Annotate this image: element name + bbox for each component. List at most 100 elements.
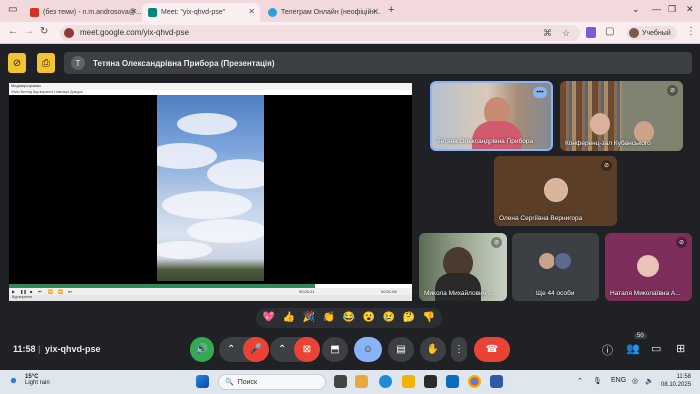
reaction-heart[interactable]: 💖 xyxy=(263,313,275,323)
network-icon[interactable]: ◎ xyxy=(632,377,638,385)
reload-icon[interactable]: ↻ xyxy=(40,26,48,37)
mic-off-icon: 🎤 xyxy=(249,344,263,355)
present-menu-button[interactable]: ⎙ xyxy=(37,53,55,73)
rewind-icon[interactable]: ⏪ xyxy=(48,289,53,294)
present-button[interactable]: ⬒ xyxy=(322,337,348,362)
participant-tile[interactable]: ⊘ Наталя Миколаївна А... xyxy=(605,233,692,301)
player-status: Відтворення xyxy=(12,295,33,299)
start-icon[interactable] xyxy=(196,375,209,388)
reaction-thinking[interactable]: 🤔 xyxy=(403,313,415,323)
minimize-icon[interactable]: — xyxy=(652,4,661,14)
emoji-button[interactable]: ☺ xyxy=(354,337,382,362)
tab-search-icon[interactable]: ▭ xyxy=(8,4,17,15)
reaction-thumbs-down[interactable]: 👎 xyxy=(423,313,435,323)
raise-hand-button[interactable]: ✋ xyxy=(420,337,446,362)
close-icon[interactable]: ✕ xyxy=(372,7,379,16)
pause-icon[interactable]: ❚❚ xyxy=(20,289,27,294)
tab-gmail[interactable]: (без теми) - n.m.androsova@... ✕ xyxy=(24,3,142,22)
reaction-clap[interactable]: 👏 xyxy=(323,313,335,323)
mic-off-icon: ⊘ xyxy=(667,85,678,96)
leave-call-button[interactable]: ☎ xyxy=(474,337,510,362)
reaction-party[interactable]: 🎉 xyxy=(303,313,315,323)
window-close-icon[interactable]: ✕ xyxy=(686,4,694,15)
player-controls: ▶ ❚❚ ■ ⏮ ⏪ ⏩ ⏭ 00:00:21 00:01:08 xyxy=(9,288,412,295)
play-icon[interactable]: ▶ xyxy=(12,289,15,294)
more-options-icon[interactable]: ••• xyxy=(533,87,547,98)
close-icon[interactable]: ✕ xyxy=(248,7,255,16)
chat-icon[interactable]: ▭ xyxy=(651,342,661,355)
participant-tile[interactable]: ⊘ Конференц-зал Кубанського xyxy=(560,81,683,151)
back-icon[interactable]: ← xyxy=(8,26,18,37)
chrome-icon[interactable] xyxy=(468,375,481,388)
app-icon[interactable] xyxy=(355,375,368,388)
presenter-bar: T Тетяна Олександрівна Прибора (Презента… xyxy=(64,52,692,74)
captions-button[interactable]: ▤ xyxy=(388,337,414,362)
player-statusbar: Відтворення xyxy=(9,295,412,301)
microphone-icon[interactable]: 🎙 xyxy=(593,377,602,385)
participant-tile[interactable]: Ще 44 особи xyxy=(512,233,599,301)
stop-icon[interactable]: ■ xyxy=(30,289,32,294)
file-explorer-icon[interactable] xyxy=(402,375,415,388)
clock-time: 11:58 xyxy=(676,374,692,380)
word-icon[interactable] xyxy=(490,375,503,388)
hide-icon: ⊘ xyxy=(12,57,22,69)
mic-off-button[interactable]: 🎤 xyxy=(243,337,269,362)
reaction-laugh[interactable]: 😂 xyxy=(343,313,355,323)
reaction-surprised[interactable]: 😮 xyxy=(363,313,375,323)
speaker-button[interactable]: 🔊 xyxy=(190,337,214,362)
camera-options-icon[interactable]: ⌃ xyxy=(278,344,286,355)
prev-icon[interactable]: ⏮ xyxy=(38,289,42,294)
new-tab-button[interactable]: + xyxy=(388,4,394,16)
system-clock[interactable]: 11:58 08.10.2025 xyxy=(661,373,691,389)
separator: | xyxy=(38,344,41,354)
forward-icon[interactable]: → xyxy=(24,26,34,37)
profile-button[interactable]: Учебный xyxy=(627,26,677,40)
captions-icon: ▤ xyxy=(396,344,406,355)
taskbar-search[interactable]: 🔍 Поиск xyxy=(218,374,326,390)
tray-overflow-icon[interactable]: ⌃ xyxy=(577,377,583,385)
weather-widget[interactable]: 15°C Light rain xyxy=(9,374,50,386)
reaction-thumbs-up[interactable]: 👍 xyxy=(283,313,295,323)
participant-name: Конференц-зал Кубанського xyxy=(565,140,651,147)
site-info-icon[interactable] xyxy=(64,28,74,38)
extensions-puzzle-icon[interactable]: ▢ xyxy=(605,26,614,37)
outlook-icon[interactable] xyxy=(446,375,459,388)
store-icon[interactable] xyxy=(424,375,437,388)
address-bar[interactable]: meet.google.com/yix-qhvd-pse ⌘ ☆ xyxy=(60,25,580,41)
bookmark-star-icon[interactable]: ☆ xyxy=(562,28,570,39)
menu-kebab-icon[interactable]: ⋮ xyxy=(686,26,696,37)
reactions-bar: 💖 👍 🎉 👏 😂 😮 😢 🤔 👎 xyxy=(256,308,442,328)
participants-count: 50 xyxy=(634,333,647,339)
os-taskbar: 15°C Light rain 🔍 Поиск ⌃ 🎙 ENG ◎ 🔈 11:5… xyxy=(0,370,700,394)
participant-tile[interactable]: ••• Тетяна Олександрівна Прибора xyxy=(430,81,553,151)
mic-off-icon: ⊘ xyxy=(491,237,502,248)
mic-options-icon[interactable]: ⌃ xyxy=(227,344,235,355)
tab-telegram[interactable]: Телеграм Онлайн (неофіційн... ✕ xyxy=(262,3,384,22)
participant-tile[interactable]: ⊘ Олена Сергіївна Вернигора xyxy=(494,156,617,226)
restore-icon[interactable]: ❐ xyxy=(668,4,676,15)
info-icon[interactable]: ⓘ xyxy=(602,342,613,358)
activities-icon[interactable]: ⊞ xyxy=(676,342,685,355)
layout-toggle-button[interactable]: ⊘ xyxy=(8,53,26,73)
tab-list-icon[interactable]: ⌄ xyxy=(632,4,640,15)
forward-icon[interactable]: ⏩ xyxy=(58,289,63,294)
meeting-code: yix-qhvd-pse xyxy=(45,344,101,354)
next-icon[interactable]: ⏭ xyxy=(68,289,72,294)
close-icon[interactable]: ✕ xyxy=(130,7,137,16)
camera-off-button[interactable]: ⊠ xyxy=(294,337,320,362)
reaction-sad[interactable]: 😢 xyxy=(383,313,395,323)
search-icon: 🔍 xyxy=(225,379,234,386)
participant-name: Ще 44 особи xyxy=(536,290,575,297)
presentation-stage[interactable]: Медіапрогравач Файл Вигляд Відтворення Н… xyxy=(9,83,412,301)
tab-meet[interactable]: Meet: "yix-qhvd-pse" ✕ xyxy=(142,3,260,22)
translate-icon[interactable]: ⌘ xyxy=(543,28,552,39)
language-indicator[interactable]: ENG xyxy=(611,377,626,384)
more-options-button[interactable]: ⋮ xyxy=(451,337,467,362)
edge-icon[interactable] xyxy=(379,375,392,388)
extension-icon[interactable] xyxy=(586,27,596,38)
task-view-icon[interactable] xyxy=(334,375,347,388)
people-icon[interactable]: 👥 xyxy=(626,342,640,355)
participant-tile[interactable]: ⊘ Микола Михайлович ... xyxy=(419,233,507,301)
mic-off-icon: ⊘ xyxy=(601,160,612,171)
volume-icon[interactable]: 🔈 xyxy=(645,377,654,385)
